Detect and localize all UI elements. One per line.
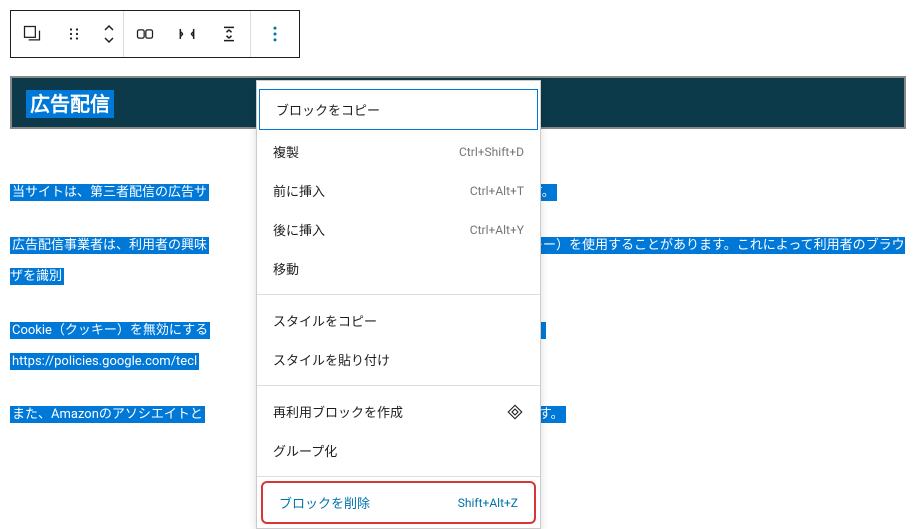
toolbar-group-2 xyxy=(124,11,251,57)
menu-duplicate[interactable]: 複製Ctrl+Shift+D xyxy=(257,132,540,171)
menu-section-1: ブロックをコピー 複製Ctrl+Shift+D 前に挿入Ctrl+Alt+T 後… xyxy=(257,81,540,295)
link-icon xyxy=(135,24,155,44)
menu-delete-block[interactable]: ブロックを削除Shift+Alt+Z xyxy=(263,483,534,522)
menu-move[interactable]: 移動 xyxy=(257,249,540,288)
menu-section-3: 再利用ブロックを作成 グループ化 xyxy=(257,386,540,477)
align-button[interactable] xyxy=(124,11,166,57)
menu-group[interactable]: グループ化 xyxy=(257,431,540,470)
menu-insert-before[interactable]: 前に挿入Ctrl+Alt+T xyxy=(257,171,540,210)
width-icon xyxy=(177,24,197,44)
toolbar-group-3 xyxy=(251,11,299,57)
block-toolbar xyxy=(10,10,300,58)
menu-delete-highlight: ブロックを削除Shift+Alt+Z xyxy=(261,481,536,524)
menu-copy-style[interactable]: スタイルをコピー xyxy=(257,301,540,340)
menu-section-2: スタイルをコピー スタイルを貼り付け xyxy=(257,295,540,386)
height-button[interactable] xyxy=(208,11,250,57)
width-button[interactable] xyxy=(166,11,208,57)
menu-paste-style[interactable]: スタイルを貼り付け xyxy=(257,340,540,379)
toolbar-group-1 xyxy=(11,11,124,57)
menu-insert-after[interactable]: 後に挿入Ctrl+Alt+Y xyxy=(257,210,540,249)
reusable-icon xyxy=(506,403,524,421)
block-options-menu: ブロックをコピー 複製Ctrl+Shift+D 前に挿入Ctrl+Alt+T 後… xyxy=(256,80,541,529)
drag-handle-button[interactable] xyxy=(53,11,95,57)
move-updown-button[interactable] xyxy=(95,11,123,57)
banner-title[interactable]: 広告配信 xyxy=(26,90,114,118)
drag-icon xyxy=(65,25,83,43)
chevron-updown-icon xyxy=(101,23,117,45)
dots-vertical-icon xyxy=(265,24,285,44)
stack-icon xyxy=(22,24,42,44)
height-icon xyxy=(219,24,239,44)
menu-copy-block[interactable]: ブロックをコピー xyxy=(259,89,538,130)
menu-create-reusable[interactable]: 再利用ブロックを作成 xyxy=(257,392,540,431)
more-options-button[interactable] xyxy=(251,11,299,57)
block-type-button[interactable] xyxy=(11,11,53,57)
